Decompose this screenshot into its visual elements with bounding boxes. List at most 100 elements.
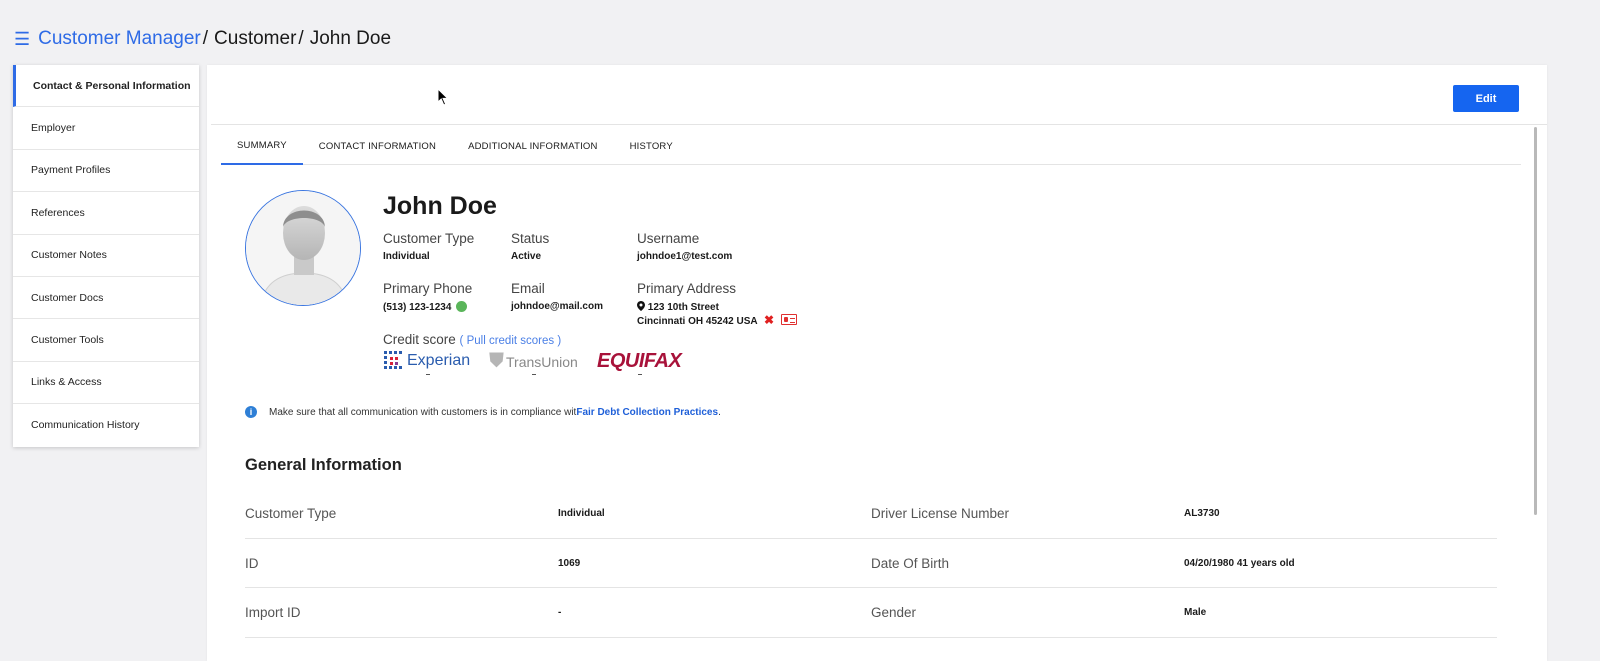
sidebar-item-references[interactable]: References xyxy=(13,192,199,235)
row-value: Male xyxy=(1184,607,1207,619)
sidebar: Contact & Personal Information Employer … xyxy=(13,65,199,447)
online-status-icon xyxy=(456,301,468,312)
sidebar-item-label: Links & Access xyxy=(31,376,102,389)
row-label: Customer Type xyxy=(245,506,337,522)
sidebar-item-label: References xyxy=(31,206,85,219)
field-label: Customer Type xyxy=(383,231,475,246)
fair-debt-collection-link[interactable]: Fair Debt Collection Practices xyxy=(576,407,718,418)
email-field: Email johndoe@mail.com xyxy=(511,281,603,313)
sidebar-item-links-access[interactable]: Links & Access xyxy=(13,362,199,405)
sidebar-item-employer[interactable]: Employer xyxy=(13,107,199,150)
row-label: ID xyxy=(245,555,259,571)
transunion-mark: ⛊ xyxy=(489,350,504,372)
sidebar-item-customer-docs[interactable]: Customer Docs xyxy=(13,277,199,320)
phone-number[interactable]: (513) 123-1234 xyxy=(383,302,451,313)
sidebar-item-label: Communication History xyxy=(31,419,140,432)
customer-name: John Doe xyxy=(383,192,497,220)
transunion-text: TransUnion xyxy=(506,353,578,370)
experian-score xyxy=(426,374,430,375)
breadcrumb-separator: / xyxy=(298,28,304,49)
experian-mark xyxy=(384,351,402,369)
field-label: Username xyxy=(637,231,700,246)
tab-additional-information[interactable]: ADDITIONAL INFORMATION xyxy=(452,127,614,165)
sidebar-item-label: Contact & Personal Information xyxy=(33,79,191,92)
avatar xyxy=(245,190,361,306)
sidebar-item-customer-notes[interactable]: Customer Notes xyxy=(13,235,199,277)
tab-summary[interactable]: SUMMARY xyxy=(221,127,303,165)
field-label: Status xyxy=(511,231,550,246)
row-label: Import ID xyxy=(245,605,301,621)
table-row: Customer Type Individual Driver License … xyxy=(245,489,1497,539)
address-line2: Cincinnati OH 45242 USA xyxy=(637,316,758,327)
table-row: Import ID - Gender Male xyxy=(245,588,1497,638)
sidebar-item-label: Customer Tools xyxy=(31,334,104,347)
sidebar-item-payment-profiles[interactable]: Payment Profiles xyxy=(13,150,199,193)
edit-button[interactable]: Edit xyxy=(1453,85,1519,112)
id-card-icon[interactable] xyxy=(780,314,797,325)
sidebar-item-contact-personal-information[interactable]: Contact & Personal Information xyxy=(13,65,199,108)
transunion-logo[interactable]: ⛊ TransUnion xyxy=(489,350,578,373)
breadcrumb-customer: Customer xyxy=(214,28,297,49)
field-label: Primary Address xyxy=(637,281,737,296)
scrollbar[interactable] xyxy=(1534,127,1537,515)
row-value: - xyxy=(558,607,562,619)
cursor-icon xyxy=(437,88,449,106)
breadcrumb-customer-manager[interactable]: Customer Manager xyxy=(38,28,201,50)
breadcrumb-separator: / xyxy=(202,28,209,49)
menu-icon[interactable]: ☰ xyxy=(14,30,30,48)
breadcrumb: ☰ Customer Manager / Customer / John Doe xyxy=(14,26,391,52)
row-value: 04/20/1980 41 years old xyxy=(1184,557,1295,569)
avatar-silhouette xyxy=(246,191,360,305)
row-label: Gender xyxy=(871,605,917,621)
row-value: 1069 xyxy=(558,557,581,569)
row-value: Individual xyxy=(558,508,605,520)
sidebar-item-label: Employer xyxy=(31,122,76,135)
close-icon[interactable]: ✖ xyxy=(764,313,774,327)
credit-score-label: Credit score ( Pull credit scores ) xyxy=(383,332,561,347)
notice-text: Make sure that all communication with cu… xyxy=(269,406,577,418)
field-value: Individual xyxy=(383,251,430,262)
transunion-score xyxy=(532,374,536,375)
compliance-notice: i Make sure that all communication with … xyxy=(245,406,721,418)
equifax-score xyxy=(638,374,642,375)
row-label: Driver License Number xyxy=(871,506,1010,522)
field-value[interactable]: johndoe@mail.com xyxy=(511,301,603,313)
tab-bar: SUMMARY CONTACT INFORMATION ADDITIONAL I… xyxy=(221,127,1521,165)
field-value: 123 10th Street Cincinnati OH 45242 USA … xyxy=(637,301,797,328)
field-value: (513) 123-1234 xyxy=(383,301,472,314)
primary-phone-field: Primary Phone (513) 123-1234 xyxy=(383,281,472,314)
map-pin-icon xyxy=(637,301,645,314)
row-value: AL3730 xyxy=(1184,508,1220,520)
field-value: Active xyxy=(511,251,542,262)
field-label: Email xyxy=(511,281,545,296)
sidebar-item-communication-history[interactable]: Communication History xyxy=(13,404,199,446)
row-label: Date Of Birth xyxy=(871,555,950,571)
sidebar-item-label: Payment Profiles xyxy=(31,164,111,177)
tab-history[interactable]: HISTORY xyxy=(614,127,689,165)
primary-address-field: Primary Address 123 10th Street Cincinna… xyxy=(637,281,797,328)
address-line1: 123 10th Street xyxy=(647,302,719,313)
general-information-title: General Information xyxy=(245,456,402,474)
equifax-text: EQUIFAX xyxy=(597,350,682,372)
sidebar-item-label: Customer Notes xyxy=(31,249,107,262)
customer-type-field: Customer Type Individual xyxy=(383,231,474,263)
credit-score-text: Credit score xyxy=(383,332,456,347)
info-icon: i xyxy=(245,406,257,418)
sidebar-item-customer-tools[interactable]: Customer Tools xyxy=(13,319,199,362)
equifax-logo[interactable]: EQUIFAX xyxy=(597,350,682,373)
general-information-table: Customer Type Individual Driver License … xyxy=(245,489,1497,638)
main-panel: Edit SUMMARY CONTACT INFORMATION ADDITIO… xyxy=(207,65,1547,661)
field-value: johndoe1@test.com xyxy=(637,251,733,262)
breadcrumb-current: John Doe xyxy=(309,28,392,49)
pull-credit-scores-link[interactable]: ( Pull credit scores ) xyxy=(460,335,562,347)
field-label: Primary Phone xyxy=(383,281,473,296)
table-row: ID 1069 Date Of Birth 04/20/1980 41 year… xyxy=(245,539,1497,588)
divider xyxy=(211,124,1547,125)
sidebar-item-label: Customer Docs xyxy=(31,291,104,304)
experian-text: Experian xyxy=(407,352,471,369)
status-field: Status Active xyxy=(511,231,549,263)
notice-suffix: . xyxy=(718,406,721,418)
experian-logo[interactable]: Experian xyxy=(383,350,470,372)
tab-contact-information[interactable]: CONTACT INFORMATION xyxy=(303,127,452,165)
username-field: Username johndoe1@test.com xyxy=(637,231,732,263)
